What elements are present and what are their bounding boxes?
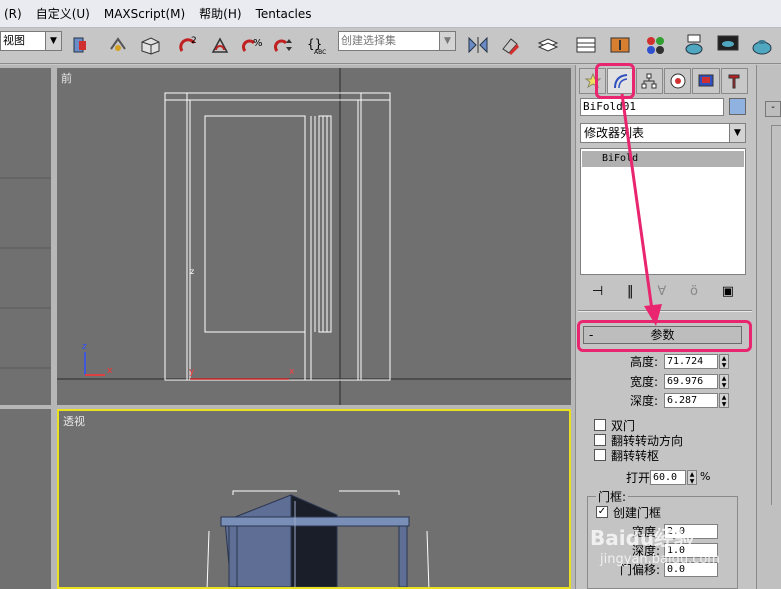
layer-icon[interactable] (536, 32, 560, 58)
schematic-icon[interactable] (608, 32, 632, 58)
double-doors-checkbox[interactable]: 双门 (594, 418, 635, 433)
create-frame-label: 创建门框 (613, 505, 662, 520)
checkbox-box[interactable] (594, 449, 606, 461)
chevron-down-icon: ▼ (439, 32, 455, 50)
percent-snap-label: % (253, 38, 262, 49)
width-label: 宽度: (629, 375, 658, 389)
bifold-door-wireframe (164, 92, 391, 381)
front-viewport-canvas: z y x z x (57, 68, 571, 405)
quick-render-icon[interactable] (750, 32, 774, 58)
angle-snap-label: 2 (191, 36, 197, 46)
object-color-swatch[interactable] (729, 98, 746, 115)
open-input[interactable]: 60.0 (650, 470, 686, 485)
frame-group-legend: 门框: (596, 488, 629, 505)
configure-modifier-sets-icon[interactable]: ▣ (722, 284, 734, 299)
checkbox-checked[interactable]: ✓ (596, 506, 608, 518)
depth-label: 深度: (629, 394, 658, 408)
gizmo-x-label: x (107, 366, 113, 376)
render-setup-icon[interactable] (682, 32, 706, 58)
mirror-icon[interactable] (466, 32, 490, 58)
menu-item-maxscript[interactable]: MAXScript(M) (104, 7, 185, 21)
named-selection-value: 创建选择集 (341, 34, 396, 47)
material-editor-icon[interactable] (644, 32, 668, 58)
secondary-rollout-frame (771, 125, 781, 505)
depth-input[interactable]: 6.287 (664, 393, 718, 408)
secondary-panel-strip: - (756, 65, 781, 589)
chevron-down-icon: ▼ (45, 32, 61, 50)
menu-bar: (R) 自定义(U) MAXScript(M) 帮助(H) Tentacles (0, 0, 781, 28)
render-frame-icon[interactable] (716, 32, 740, 58)
open-unit: % (700, 470, 711, 483)
flip-swing-checkbox[interactable]: 翻转转动方向 (594, 433, 683, 448)
motion-tab-icon[interactable] (663, 68, 692, 94)
select-object-icon[interactable] (68, 32, 92, 58)
checkbox-box[interactable] (594, 434, 606, 446)
door-pivot-label: z (190, 267, 194, 276)
perspective-viewport[interactable]: 透视 (57, 409, 571, 589)
flip-hinge-checkbox[interactable]: 翻转转枢 (594, 448, 660, 463)
open-spinner[interactable]: ▲ ▼ (687, 470, 697, 485)
door-y-label: y (189, 367, 195, 377)
spinner-snap-icon[interactable] (272, 32, 296, 58)
edit-named-selection-icon[interactable]: {} ABC (306, 32, 330, 58)
height-label: 高度: (629, 355, 658, 369)
named-selection-dropdown[interactable]: 创建选择集 ▼ (338, 31, 456, 51)
align-icon[interactable] (498, 32, 522, 58)
percent-snap-icon[interactable]: % (240, 32, 264, 58)
width-spinner[interactable]: ▲ ▼ (719, 374, 729, 389)
left-viewport[interactable] (0, 409, 51, 589)
create-frame-checkbox[interactable]: ✓ 创建门框 (596, 505, 662, 520)
utilities-tab-icon[interactable] (720, 68, 748, 94)
width-input[interactable]: 69.976 (664, 374, 718, 389)
watermark-url: jingyan.baidu.com (600, 552, 720, 567)
gizmo-z-label: z (82, 342, 87, 352)
depth-spinner[interactable]: ▲ ▼ (719, 393, 729, 408)
open-label: 打开: (625, 471, 654, 485)
angle-snap-icon[interactable]: 2 (176, 32, 200, 58)
chevron-down-icon: ▼ (729, 124, 745, 142)
magnet-icon[interactable] (208, 32, 232, 58)
checkbox-box[interactable] (594, 419, 606, 431)
perspective-canvas (206, 490, 430, 587)
top-viewport[interactable] (0, 68, 51, 405)
height-input[interactable]: 71.724 (664, 354, 718, 369)
door-x-label: x (289, 367, 295, 377)
menu-item-help[interactable]: 帮助(H) (199, 5, 241, 22)
menu-item-tentacles[interactable]: Tentacles (256, 7, 312, 21)
front-viewport[interactable]: 前 z y x z x (57, 68, 571, 405)
view-select-value: 视图 (3, 34, 25, 47)
collapse-minus-icon[interactable]: - (765, 101, 781, 117)
link-icon[interactable] (106, 32, 130, 58)
annotation-arrow-icon (620, 93, 662, 326)
axis-gizmo-icon: z x (82, 342, 113, 376)
teapot-icon[interactable] (138, 32, 162, 58)
height-spinner[interactable]: ▲ ▼ (719, 354, 729, 369)
menu-item-render[interactable]: (R) (4, 7, 22, 21)
remove-modifier-icon[interactable]: ö (690, 284, 698, 299)
svg-text:ABC: ABC (314, 49, 326, 55)
watermark-logo: Baidu经验 (590, 526, 695, 550)
hierarchy-tab-icon[interactable] (635, 68, 663, 94)
curve-editor-icon[interactable] (574, 32, 598, 58)
display-tab-icon[interactable] (692, 68, 720, 94)
menu-item-customize[interactable]: 自定义(U) (36, 5, 90, 22)
flip-hinge-label: 翻转转枢 (611, 448, 660, 463)
view-select-dropdown[interactable]: 视图 ▼ (0, 31, 62, 51)
